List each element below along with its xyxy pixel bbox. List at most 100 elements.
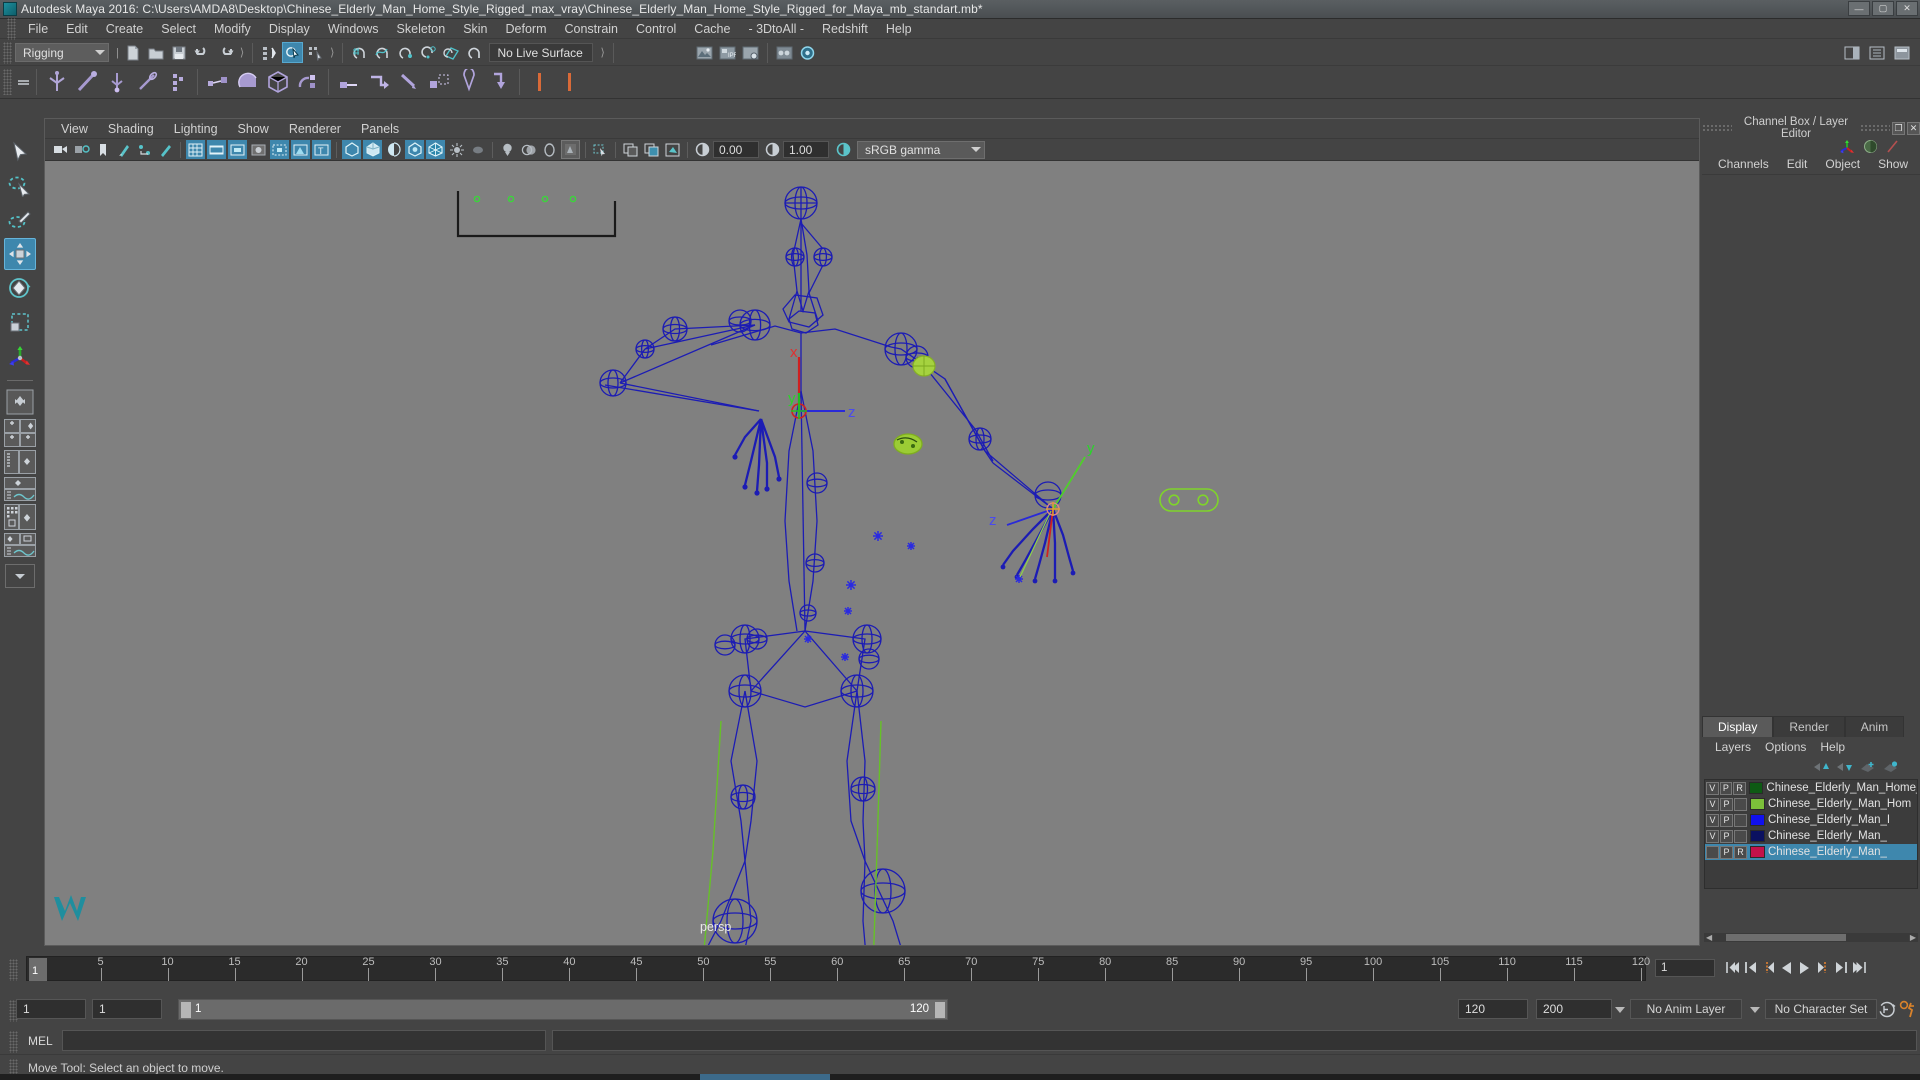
status-line-grip[interactable] xyxy=(3,41,12,64)
playback-end-field[interactable]: 120 xyxy=(1458,999,1528,1019)
menu-create[interactable]: Create xyxy=(97,20,153,38)
select-tool[interactable] xyxy=(4,136,36,168)
menu-skeleton[interactable]: Skeleton xyxy=(388,20,455,38)
step-back-frame-icon[interactable] xyxy=(1761,959,1776,976)
smooth-bind-icon[interactable] xyxy=(233,67,263,97)
image-plane-icon[interactable] xyxy=(114,140,133,159)
snap-to-curve-icon[interactable] xyxy=(372,42,393,63)
hierarchy-select-icon[interactable] xyxy=(259,42,280,63)
panel-grip-left[interactable] xyxy=(1702,123,1732,133)
ik-handle-icon[interactable] xyxy=(72,67,102,97)
move-tool[interactable] xyxy=(4,238,36,270)
table-row[interactable]: P R Chinese_Elderly_Man_ xyxy=(1705,844,1917,860)
menu-select[interactable]: Select xyxy=(152,20,205,38)
menu-file[interactable]: File xyxy=(19,20,57,38)
current-frame-field[interactable]: 1 xyxy=(1655,959,1715,977)
maximize-button[interactable]: ▢ xyxy=(1872,1,1894,16)
blendshape-icon[interactable] xyxy=(555,67,585,97)
go-to-start-icon[interactable] xyxy=(1725,959,1740,976)
xray-icon[interactable] xyxy=(291,140,310,159)
chevron-down-icon[interactable] xyxy=(1615,1007,1625,1013)
layout-hypershade-persp[interactable] xyxy=(4,504,36,530)
layout-outliner-persp[interactable] xyxy=(4,450,36,474)
command-line-grip[interactable] xyxy=(9,1031,18,1053)
snap-to-point-icon[interactable] xyxy=(395,42,416,63)
new-scene-icon[interactable] xyxy=(123,42,144,63)
layer-playback-toggle[interactable]: P xyxy=(1720,797,1733,811)
viewport-canvas[interactable]: x y z y z persp xyxy=(45,161,1699,945)
viewport-menu-lighting[interactable]: Lighting xyxy=(164,121,228,137)
exposure-field[interactable]: 0.00 xyxy=(713,141,759,158)
snap-to-projected-center-icon[interactable] xyxy=(418,42,439,63)
tab-display[interactable]: Display xyxy=(1702,716,1774,737)
bookmarks-icon[interactable] xyxy=(93,140,112,159)
viewport-menu-shading[interactable]: Shading xyxy=(98,121,164,137)
viewport-menu-view[interactable]: View xyxy=(51,121,98,137)
smooth-shade-all-icon[interactable] xyxy=(363,140,382,159)
menu-edit[interactable]: Edit xyxy=(57,20,97,38)
menu-deform[interactable]: Deform xyxy=(497,20,556,38)
go-to-end-icon[interactable] xyxy=(1851,959,1866,976)
hypershade-icon[interactable] xyxy=(774,42,795,63)
aim-constraint-icon[interactable] xyxy=(454,67,484,97)
scroll-right-arrow[interactable]: ▶ xyxy=(1910,933,1916,942)
channel-box-toggle-icon[interactable] xyxy=(1867,42,1888,63)
menu-redshift[interactable]: Redshift xyxy=(813,20,877,38)
new-layer-icon[interactable] xyxy=(1860,761,1875,773)
motion-blur-icon[interactable] xyxy=(468,140,487,159)
channel-sphere-icon[interactable] xyxy=(1863,139,1878,154)
close-button[interactable]: ✕ xyxy=(1896,1,1918,16)
layer-color-swatch[interactable] xyxy=(1750,798,1765,810)
layout-persp-graph[interactable] xyxy=(4,477,36,501)
object-select-icon[interactable] xyxy=(282,42,304,63)
tab-anim[interactable]: Anim xyxy=(1844,716,1905,737)
table-row[interactable]: V P Chinese_Elderly_Man_ xyxy=(1705,828,1917,844)
layers-menu-layers[interactable]: Layers xyxy=(1708,739,1758,755)
menu-windows[interactable]: Windows xyxy=(319,20,388,38)
redo-icon[interactable] xyxy=(215,42,236,63)
viewport-menu-show[interactable]: Show xyxy=(228,121,279,137)
pole-vector-icon[interactable] xyxy=(484,67,514,97)
resolution-gate-icon[interactable] xyxy=(228,140,247,159)
grid-icon[interactable] xyxy=(186,140,205,159)
camera-attributes-icon[interactable] xyxy=(72,140,91,159)
menu-modify[interactable]: Modify xyxy=(205,20,260,38)
step-forward-keyframe-icon[interactable] xyxy=(1833,959,1848,976)
ik-spline-icon[interactable] xyxy=(102,67,132,97)
range-handle-right[interactable] xyxy=(935,1002,945,1018)
layer-reference-toggle[interactable]: R xyxy=(1734,845,1747,859)
render-view-icon[interactable] xyxy=(797,42,818,63)
show-hide-editors-icon[interactable] xyxy=(1842,42,1863,63)
grid-toggle-pencil-icon[interactable] xyxy=(156,140,175,159)
timeline-track[interactable]: 1 5 10 15 20 25 30 35 40 45 50 55 60 65 70 75 80 85 90 95 1… xyxy=(26,956,1650,981)
rotate-tool[interactable] xyxy=(4,272,36,304)
ik-rp-icon[interactable] xyxy=(132,67,162,97)
new-layer-from-selected-icon[interactable] xyxy=(1883,761,1898,773)
ipr-render-icon[interactable]: IPR xyxy=(717,42,738,63)
step-forward-frame-icon[interactable] xyxy=(1815,959,1830,976)
viewport-menu-panels[interactable]: Panels xyxy=(351,121,409,137)
open-scene-icon[interactable] xyxy=(146,42,167,63)
bind-skin-icon[interactable] xyxy=(203,67,233,97)
axis-manipulator-icon[interactable] xyxy=(4,340,36,372)
layout-four-pane[interactable] xyxy=(4,419,36,447)
play-forwards-icon[interactable] xyxy=(1797,959,1812,976)
viewport-menu-renderer[interactable]: Renderer xyxy=(279,121,351,137)
layer-color-swatch[interactable] xyxy=(1748,782,1764,794)
range-slider[interactable]: 1 120 xyxy=(178,999,948,1020)
shadows-icon[interactable] xyxy=(426,140,445,159)
layer-reference-toggle[interactable] xyxy=(1734,813,1747,827)
channelbox-menu-object[interactable]: Object xyxy=(1817,156,1868,172)
toolbar-collapse-4[interactable]: ⟩ xyxy=(600,46,604,59)
display-layer-list[interactable]: V P R Chinese_Elderly_Man_Home_ V P Chin… xyxy=(1704,779,1918,889)
shelf-grip[interactable] xyxy=(3,69,12,95)
tab-render[interactable]: Render xyxy=(1773,716,1845,737)
viewport-paste-icon[interactable] xyxy=(642,140,661,159)
timeline-grip[interactable] xyxy=(9,959,18,981)
live-surface-field[interactable]: No Live Surface xyxy=(489,43,594,62)
channelbox-menu-edit[interactable]: Edit xyxy=(1779,156,1816,172)
orient-constraint-icon[interactable] xyxy=(394,67,424,97)
auto-keyframe-icon[interactable] xyxy=(1878,1000,1897,1022)
scroll-left-arrow[interactable]: ◀ xyxy=(1706,933,1712,942)
toolbar-collapse-2[interactable]: ⟩ xyxy=(240,46,244,59)
